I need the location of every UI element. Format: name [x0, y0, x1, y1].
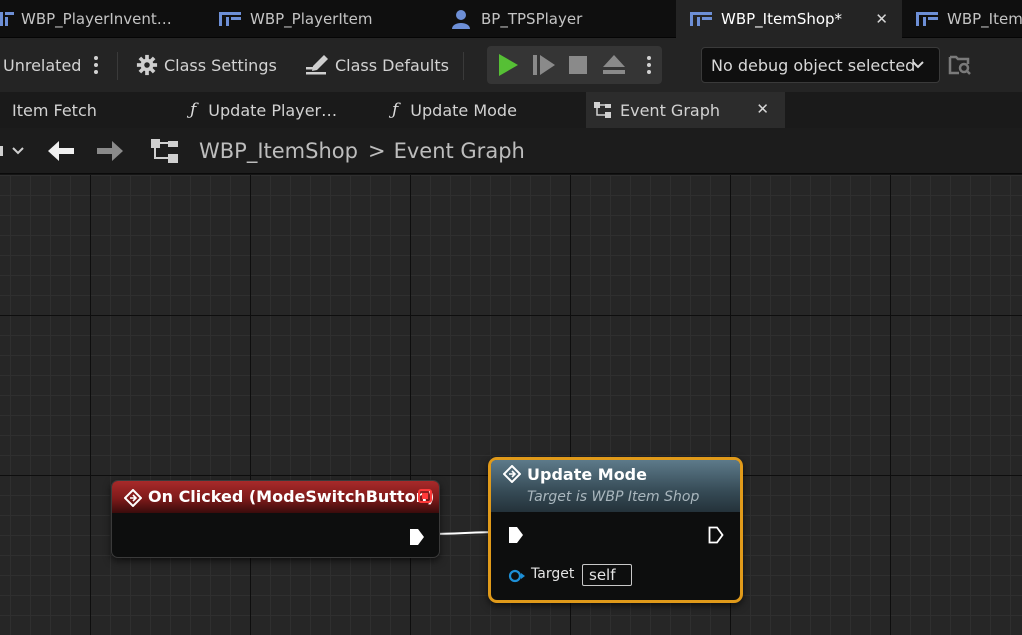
breadcrumb-blueprint[interactable]: WBP_ItemShop [199, 139, 358, 163]
event-graph-canvas[interactable]: On Clicked (ModeSwitchButton) Update Mod… [0, 175, 1022, 635]
target-value-field[interactable]: self [582, 564, 632, 586]
exec-out-pin-icon[interactable] [409, 528, 425, 546]
class-settings-button[interactable]: Class Settings [136, 38, 277, 92]
breadcrumb: WBP_ItemShop > Event Graph [199, 128, 525, 174]
class-settings-label: Class Settings [164, 55, 277, 75]
graph-tab-label: Update Mode [410, 100, 517, 120]
gear-icon [136, 54, 158, 76]
doc-tab-wbp-itemshop[interactable]: WBP_ItemShop* ✕ [676, 0, 902, 38]
breadcrumb-graph[interactable]: Event Graph [394, 139, 525, 163]
step-button[interactable] [527, 46, 561, 84]
graph-tab-update-player[interactable]: ƒ Update Player… [190, 92, 337, 128]
close-tab-icon[interactable]: ✕ [756, 100, 769, 118]
widget-blueprint-icon [916, 10, 938, 28]
play-button[interactable] [491, 46, 525, 84]
unrelated-button[interactable]: Unrelated [3, 38, 81, 92]
exec-in-pin-icon[interactable] [508, 526, 524, 544]
arrow-right-icon [97, 141, 123, 161]
chevron-down-icon [0, 146, 24, 156]
play-icon [499, 54, 518, 76]
debug-filter-icon[interactable] [948, 53, 972, 81]
update-mode-function-node[interactable]: Update Mode Target is WBP Item Shop Targ… [488, 457, 743, 603]
step-forward-icon [533, 55, 555, 75]
graph-tab-label: Update Player… [208, 100, 338, 120]
widget-blueprint-icon [0, 10, 14, 28]
debug-selector-value: No debug object selected [711, 55, 916, 75]
graph-tab-update-mode[interactable]: ƒ Update Mode [392, 92, 517, 128]
stop-button[interactable] [561, 46, 595, 84]
class-defaults-label: Class Defaults [335, 55, 449, 75]
class-defaults-button[interactable]: Class Defaults [305, 38, 449, 92]
debug-object-selector[interactable]: No debug object selected [701, 47, 940, 83]
target-object-pin-icon[interactable] [508, 569, 526, 583]
back-button[interactable] [48, 128, 74, 174]
graph-tab-bar: Item Fetch ƒ Update Player… ƒ Update Mod… [0, 92, 1022, 128]
doc-tab-bp-tpsplayer[interactable]: BP_TPSPlayer [450, 0, 670, 38]
unrelated-label: Unrelated [3, 55, 82, 75]
function-icon: ƒ [392, 100, 399, 120]
doc-tab-label: WBP_Item [947, 10, 1022, 28]
doc-tab-label: BP_TPSPlayer [481, 10, 583, 28]
graph-tab-event-graph[interactable]: Event Graph ✕ [586, 92, 785, 128]
arrow-left-icon [48, 141, 74, 161]
widget-blueprint-icon [690, 10, 712, 28]
defaults-edit-icon [306, 55, 328, 75]
doc-tab-label: WBP_PlayerInvent… [21, 10, 172, 28]
play-options-icon[interactable] [647, 56, 651, 74]
breadcrumb-bar: WBP_ItemShop > Event Graph [0, 128, 1022, 174]
more-options-icon[interactable] [94, 56, 98, 74]
document-tab-bar: WBP_PlayerInvent… WBP_PlayerItem BP_TPSP… [0, 0, 1022, 38]
function-node-header: Update Mode Target is WBP Item Shop [491, 460, 740, 512]
eject-icon [603, 55, 625, 74]
play-controls [487, 46, 662, 84]
history-dropdown[interactable] [0, 128, 28, 174]
forward-button[interactable] [97, 128, 123, 174]
doc-tab-label: WBP_PlayerItem [250, 10, 373, 28]
on-clicked-event-node[interactable]: On Clicked (ModeSwitchButton) [111, 480, 440, 558]
function-node-subtitle: Target is WBP Item Shop [527, 489, 700, 505]
exec-out-pin-icon[interactable] [708, 526, 724, 544]
target-pin-label: Target [531, 566, 575, 582]
doc-tab-wbp-playerinventory[interactable]: WBP_PlayerInvent… [0, 0, 205, 38]
function-node-title: Update Mode [527, 465, 647, 484]
doc-tab-wbp-playeritem[interactable]: WBP_PlayerItem [219, 0, 439, 38]
toolbar-divider [117, 52, 118, 80]
eject-button[interactable] [597, 46, 631, 84]
event-graph-icon [594, 102, 611, 118]
graph-tab-item-fetch[interactable]: Item Fetch [12, 92, 97, 128]
graph-tab-label: Item Fetch [12, 100, 97, 120]
breadcrumb-separator: > [367, 139, 386, 163]
toolbar-divider [463, 52, 464, 80]
delegate-pin-icon[interactable] [418, 489, 432, 503]
chevron-down-icon [912, 61, 924, 69]
stop-icon [569, 56, 587, 74]
event-node-header: On Clicked (ModeSwitchButton) [112, 481, 439, 513]
event-diamond-icon [124, 489, 142, 507]
close-tab-icon[interactable]: ✕ [875, 10, 888, 28]
graph-tab-label: Event Graph [620, 100, 720, 120]
doc-tab-label: WBP_ItemShop* [721, 10, 843, 28]
widget-blueprint-icon [219, 10, 241, 28]
doc-tab-wbp-item[interactable]: WBP_Item [916, 0, 1022, 38]
event-node-title: On Clicked (ModeSwitchButton) [148, 487, 435, 506]
character-blueprint-icon [450, 10, 472, 29]
blueprint-toolbar: Unrelated Class Settings Class Defaults [0, 38, 1022, 92]
function-call-icon [503, 465, 521, 483]
function-icon: ƒ [190, 100, 197, 120]
graph-hierarchy-icon [151, 128, 179, 174]
